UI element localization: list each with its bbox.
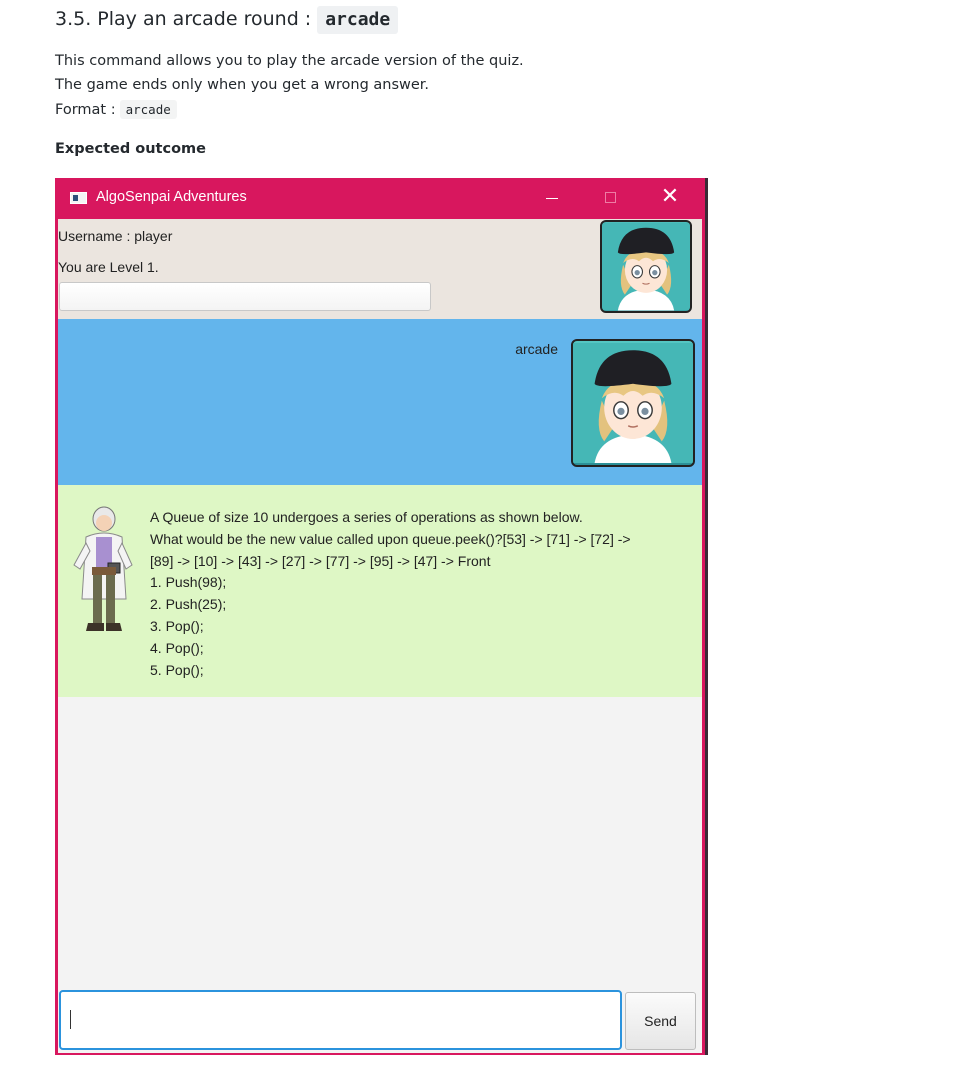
user-info-panel: Username : player You are Level 1.: [58, 219, 702, 319]
section-heading: 3.5. Play an arcade round : arcade: [55, 6, 399, 34]
bot-message-line: A Queue of size 10 undergoes a series of…: [150, 509, 583, 525]
text-caret: [70, 1010, 71, 1029]
command-input[interactable]: [59, 990, 622, 1050]
bot-message-text: A Queue of size 10 undergoes a series of…: [150, 507, 695, 681]
app-window-screenshot: AlgoSenpai Adventures ✕ Username : playe…: [55, 178, 705, 1055]
bot-message-line: What would be the new value called upon …: [150, 530, 631, 547]
minimize-icon[interactable]: [540, 186, 564, 210]
description-line-2: The game ends only when you get a wrong …: [55, 77, 430, 93]
user-message-text: arcade: [515, 341, 558, 357]
user-message-avatar: [571, 339, 695, 467]
bot-message-line: 5. Pop();: [150, 661, 204, 678]
close-icon[interactable]: ✕: [658, 186, 682, 210]
user-message-avatar-image: [573, 343, 693, 463]
bot-message-line: [89] -> [10] -> [43] -> [27] -> [77] -> …: [150, 552, 491, 569]
background-window-edge: [705, 178, 708, 1055]
window-title: AlgoSenpai Adventures: [96, 189, 247, 205]
player-avatar-image: [602, 222, 690, 311]
professor-icon: [73, 506, 133, 631]
maximize-icon[interactable]: [599, 186, 623, 210]
app-window-icon: [70, 192, 87, 204]
section-heading-text: 3.5. Play an arcade round :: [55, 8, 312, 30]
window-client-area: Username : player You are Level 1. arcad…: [58, 219, 702, 1053]
title-bar: AlgoSenpai Adventures ✕: [55, 178, 705, 219]
send-button[interactable]: Send: [625, 992, 696, 1050]
bot-message-line: 1. Push(98);: [150, 574, 227, 591]
user-message-area: arcade: [58, 319, 702, 485]
player-avatar: [600, 220, 692, 313]
format-line: Format : arcade: [55, 100, 177, 119]
command-input-area: Send: [58, 989, 702, 1053]
level-label: You are Level 1.: [58, 259, 159, 275]
bot-message-line: 3. Pop();: [150, 617, 204, 634]
format-code: arcade: [119, 100, 177, 119]
level-progress-bar: [59, 282, 431, 311]
username-label: Username : player: [58, 228, 173, 244]
description-line-1: This command allows you to play the arca…: [55, 53, 524, 69]
bot-message-line: 4. Pop();: [150, 639, 204, 656]
format-label: Format :: [55, 102, 116, 118]
bot-message-line: 2. Push(25);: [150, 596, 227, 613]
bot-message-area: A Queue of size 10 undergoes a series of…: [58, 485, 702, 697]
section-heading-code: arcade: [317, 6, 399, 34]
expected-outcome-heading: Expected outcome: [55, 141, 206, 157]
